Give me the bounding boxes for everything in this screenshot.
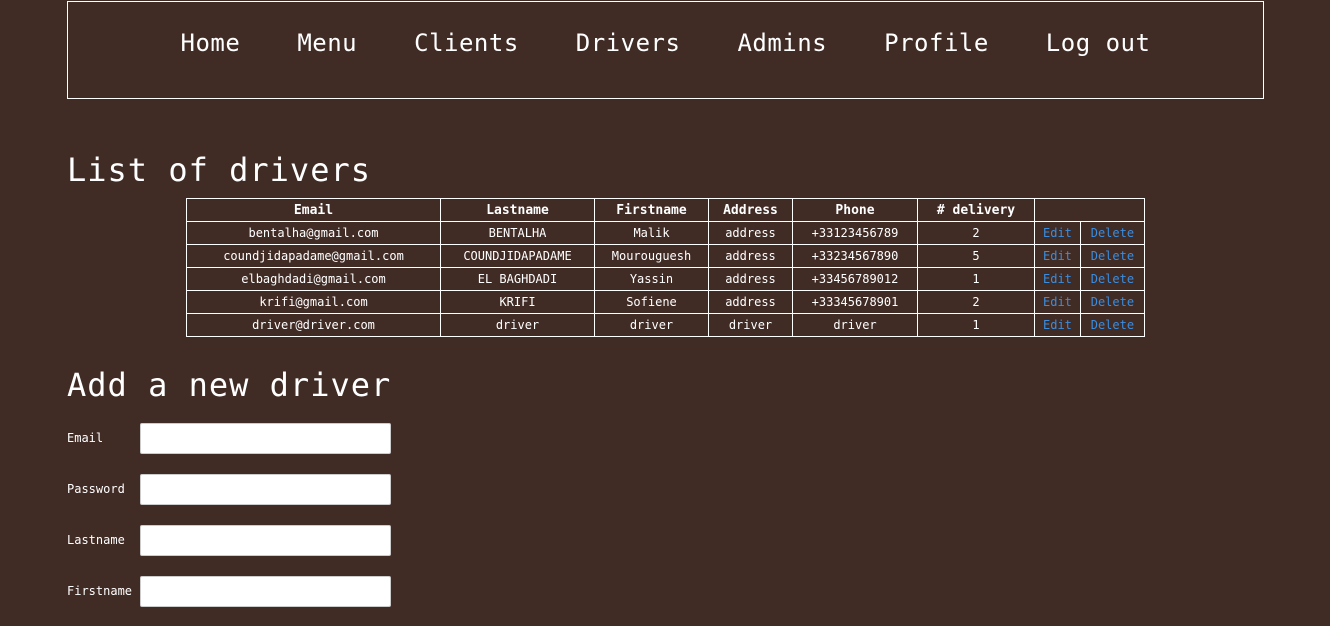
cell-address: address	[708, 290, 793, 314]
lastname-field[interactable]	[140, 525, 391, 556]
nav-item-admins: Admins	[737, 28, 827, 58]
cell-lastname: driver	[440, 313, 595, 337]
firstname-label: Firstname	[67, 584, 133, 598]
nav-item-logout: Log out	[1046, 28, 1151, 58]
cell-email: coundjidapadame@gmail.com	[186, 244, 441, 268]
cell-address: address	[708, 267, 793, 291]
cell-lastname: KRIFI	[440, 290, 595, 314]
cell-delete: Delete	[1079, 244, 1145, 268]
delete-link[interactable]: Delete	[1091, 249, 1134, 263]
email-label: Email	[67, 431, 104, 445]
cell-delivery: 1	[917, 267, 1035, 291]
delete-link[interactable]: Delete	[1091, 318, 1134, 332]
cell-delete: Delete	[1079, 313, 1145, 337]
nav-link-logout[interactable]: Log out	[1046, 29, 1151, 57]
drivers-table-body: bentalha@gmail.com BENTALHA Malik addres…	[186, 221, 1145, 337]
nav-item-menu: Menu	[297, 28, 357, 58]
form-row-lastname: Lastname	[67, 525, 397, 556]
cell-email: elbaghdadi@gmail.com	[186, 267, 441, 291]
firstname-field[interactable]	[140, 576, 391, 607]
edit-link[interactable]: Edit	[1043, 272, 1072, 286]
nav-link-menu[interactable]: Menu	[297, 29, 357, 57]
nav-item-clients: Clients	[414, 28, 519, 58]
cell-firstname: Mourouguesh	[594, 244, 709, 268]
cell-phone: +33345678901	[792, 290, 918, 314]
header-delivery: # delivery	[917, 198, 1035, 222]
edit-link[interactable]: Edit	[1043, 226, 1072, 240]
table-header-row: Email Lastname Firstname Address Phone #…	[186, 198, 1145, 222]
delete-link[interactable]: Delete	[1091, 295, 1134, 309]
edit-link[interactable]: Edit	[1043, 295, 1072, 309]
cell-firstname: Sofiene	[594, 290, 709, 314]
cell-edit: Edit	[1034, 267, 1081, 291]
table-row: bentalha@gmail.com BENTALHA Malik addres…	[186, 221, 1145, 245]
cell-delivery: 2	[917, 290, 1035, 314]
delete-link[interactable]: Delete	[1091, 272, 1134, 286]
cell-phone: +33234567890	[792, 244, 918, 268]
cell-firstname: driver	[594, 313, 709, 337]
cell-email: driver@driver.com	[186, 313, 441, 337]
form-row-firstname: Firstname	[67, 576, 397, 607]
drivers-table-head: Email Lastname Firstname Address Phone #…	[186, 198, 1145, 222]
password-label: Password	[67, 482, 125, 496]
cell-phone: +33123456789	[792, 221, 918, 245]
cell-address: address	[708, 244, 793, 268]
cell-delete: Delete	[1079, 290, 1145, 314]
cell-email: krifi@gmail.com	[186, 290, 441, 314]
list-drivers-title: List of drivers	[67, 151, 371, 189]
cell-edit: Edit	[1034, 221, 1081, 245]
cell-address: address	[708, 221, 793, 245]
nav-list: Home Menu Clients Drivers Admins Profile…	[68, 28, 1263, 58]
lastname-label: Lastname	[67, 533, 125, 547]
cell-lastname: BENTALHA	[440, 221, 595, 245]
cell-phone: driver	[792, 313, 918, 337]
cell-lastname: EL BAGHDADI	[440, 267, 595, 291]
page: Home Menu Clients Drivers Admins Profile…	[0, 0, 1330, 626]
form-row-password: Password	[67, 474, 397, 505]
cell-lastname: COUNDJIDAPADAME	[440, 244, 595, 268]
nav-link-drivers[interactable]: Drivers	[576, 29, 681, 57]
edit-link[interactable]: Edit	[1043, 249, 1072, 263]
cell-edit: Edit	[1034, 313, 1081, 337]
form-row-email: Email	[67, 423, 397, 454]
cell-phone: +33456789012	[792, 267, 918, 291]
table-row: elbaghdadi@gmail.com EL BAGHDADI Yassin …	[186, 267, 1145, 291]
top-navbar: Home Menu Clients Drivers Admins Profile…	[67, 1, 1264, 99]
cell-email: bentalha@gmail.com	[186, 221, 441, 245]
cell-delete: Delete	[1079, 267, 1145, 291]
delete-link[interactable]: Delete	[1091, 226, 1134, 240]
cell-delete: Delete	[1079, 221, 1145, 245]
table-row: driver@driver.com driver driver driver d…	[186, 313, 1145, 337]
email-field[interactable]	[140, 423, 391, 454]
nav-link-profile[interactable]: Profile	[884, 29, 989, 57]
cell-address: driver	[708, 313, 793, 337]
nav-link-admins[interactable]: Admins	[737, 29, 827, 57]
cell-edit: Edit	[1034, 244, 1081, 268]
cell-firstname: Malik	[594, 221, 709, 245]
cell-edit: Edit	[1034, 290, 1081, 314]
nav-item-profile: Profile	[884, 28, 989, 58]
table-row: krifi@gmail.com KRIFI Sofiene address +3…	[186, 290, 1145, 314]
header-phone: Phone	[792, 198, 918, 222]
header-address: Address	[708, 198, 793, 222]
cell-delivery: 5	[917, 244, 1035, 268]
header-lastname: Lastname	[440, 198, 595, 222]
nav-item-drivers: Drivers	[576, 28, 681, 58]
edit-link[interactable]: Edit	[1043, 318, 1072, 332]
nav-item-home: Home	[181, 28, 241, 58]
header-firstname: Firstname	[594, 198, 709, 222]
cell-delivery: 1	[917, 313, 1035, 337]
drivers-table: Email Lastname Firstname Address Phone #…	[186, 198, 1145, 337]
header-email: Email	[186, 198, 441, 222]
cell-delivery: 2	[917, 221, 1035, 245]
table-row: coundjidapadame@gmail.com COUNDJIDAPADAM…	[186, 244, 1145, 268]
add-driver-title: Add a new driver	[67, 366, 392, 404]
header-actions	[1034, 198, 1145, 222]
nav-link-clients[interactable]: Clients	[414, 29, 519, 57]
nav-link-home[interactable]: Home	[181, 29, 241, 57]
cell-firstname: Yassin	[594, 267, 709, 291]
password-field[interactable]	[140, 474, 391, 505]
